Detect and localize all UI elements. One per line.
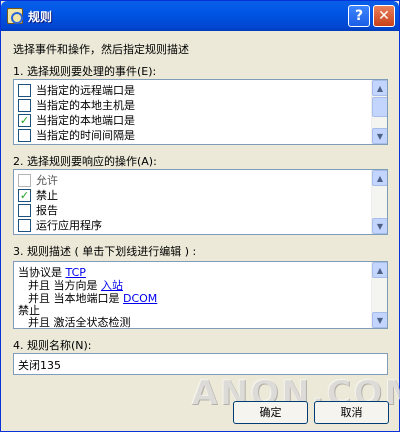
event-label-time-interval: 当指定的时间间隔是 xyxy=(36,129,135,142)
description-text: 并且 当本地端口是 xyxy=(28,292,120,305)
window-title: 规则 xyxy=(28,10,53,24)
scroll-down-arrow-icon[interactable]: ▼ xyxy=(372,128,387,144)
description-line: 并且 当本地端口是 DCOM xyxy=(28,290,157,306)
scroll-down-arrow-icon[interactable]: ▼ xyxy=(372,218,387,234)
scroll-down-arrow-icon[interactable]: ▼ xyxy=(372,312,387,328)
ok-button[interactable]: 确定 xyxy=(233,401,308,424)
rule-dialog: 规则 ? ✕ 选择事件和操作，然后指定规则描述 1. 选择规则要处理的事件(E)… xyxy=(0,0,400,432)
scroll-up-arrow-icon[interactable]: ▲ xyxy=(372,80,387,96)
action-item-deny[interactable]: ✓ 禁止 xyxy=(18,188,58,202)
close-button[interactable]: ✕ xyxy=(373,5,395,27)
help-button[interactable]: ? xyxy=(348,5,370,27)
cancel-button[interactable]: 取消 xyxy=(314,401,389,424)
description-box[interactable]: 当协议是 TCP 并且 当方向是 入站 并且 当本地端口是 DCOM 禁止 并且… xyxy=(13,261,388,329)
actions-label: 2. 选择规则要响应的操作(A): xyxy=(13,155,157,168)
action-item-report[interactable]: 报告 xyxy=(18,203,58,217)
event-checkbox-time-interval[interactable] xyxy=(18,128,31,142)
event-item-local-port[interactable]: ✓ 当指定的本地端口是 xyxy=(18,113,135,127)
events-label: 1. 选择规则要处理的事件(E): xyxy=(13,65,157,78)
action-label-deny: 禁止 xyxy=(36,189,58,202)
events-list[interactable]: 当指定的远程端口是 当指定的本地主机是 ✓ 当指定的本地端口是 当指定的时间间隔… xyxy=(13,79,388,145)
description-scrollbar[interactable]: ▲ ▼ xyxy=(371,262,387,328)
events-scrollbar[interactable]: ▲ ▼ xyxy=(371,80,387,144)
action-label-run-app: 运行应用程序 xyxy=(36,219,102,232)
event-checkbox-remote-port[interactable] xyxy=(18,83,31,97)
action-checkbox-allow xyxy=(18,173,31,187)
scroll-up-arrow-icon[interactable]: ▲ xyxy=(372,262,387,278)
scroll-thumb[interactable] xyxy=(372,97,387,117)
event-label-remote-port: 当指定的远程端口是 xyxy=(36,84,135,97)
description-text: 并且 激活全状态检测 xyxy=(28,316,131,329)
instruction-text: 选择事件和操作，然后指定规则描述 xyxy=(13,43,189,56)
event-item-remote-port[interactable]: 当指定的远程端口是 xyxy=(18,83,135,97)
actions-scrollbar[interactable]: ▲ ▼ xyxy=(371,170,387,234)
event-item-local-host[interactable]: 当指定的本地主机是 xyxy=(18,98,135,112)
event-item-time-interval[interactable]: 当指定的时间间隔是 xyxy=(18,128,135,142)
action-checkbox-run-app[interactable] xyxy=(18,218,31,232)
local-port-link[interactable]: DCOM xyxy=(123,292,157,305)
action-label-report: 报告 xyxy=(36,204,58,217)
action-item-allow[interactable]: 允许 xyxy=(18,173,58,187)
scroll-up-arrow-icon[interactable]: ▲ xyxy=(372,170,387,186)
event-checkbox-local-host[interactable] xyxy=(18,98,31,112)
description-label: 3. 规则描述 ( 单击下划线进行编辑 ) : xyxy=(13,245,197,258)
action-label-allow: 允许 xyxy=(36,174,58,187)
event-checkbox-local-port[interactable]: ✓ xyxy=(18,113,31,127)
action-checkbox-report[interactable] xyxy=(18,203,31,217)
rule-name-input[interactable]: 关闭135 xyxy=(13,353,388,375)
action-item-run-app[interactable]: 运行应用程序 xyxy=(18,218,102,232)
rule-app-icon xyxy=(7,8,23,24)
event-label-local-host: 当指定的本地主机是 xyxy=(36,99,135,112)
actions-list[interactable]: 允许 ✓ 禁止 报告 运行应用程序 ▲ ▼ xyxy=(13,169,388,235)
description-line: 并且 激活全状态检测 xyxy=(28,314,131,329)
title-bar[interactable]: 规则 ? ✕ xyxy=(1,1,399,31)
event-label-local-port: 当指定的本地端口是 xyxy=(36,114,135,127)
action-checkbox-deny[interactable]: ✓ xyxy=(18,188,31,202)
rule-name-label: 4. 规则名称(N): xyxy=(13,339,92,352)
